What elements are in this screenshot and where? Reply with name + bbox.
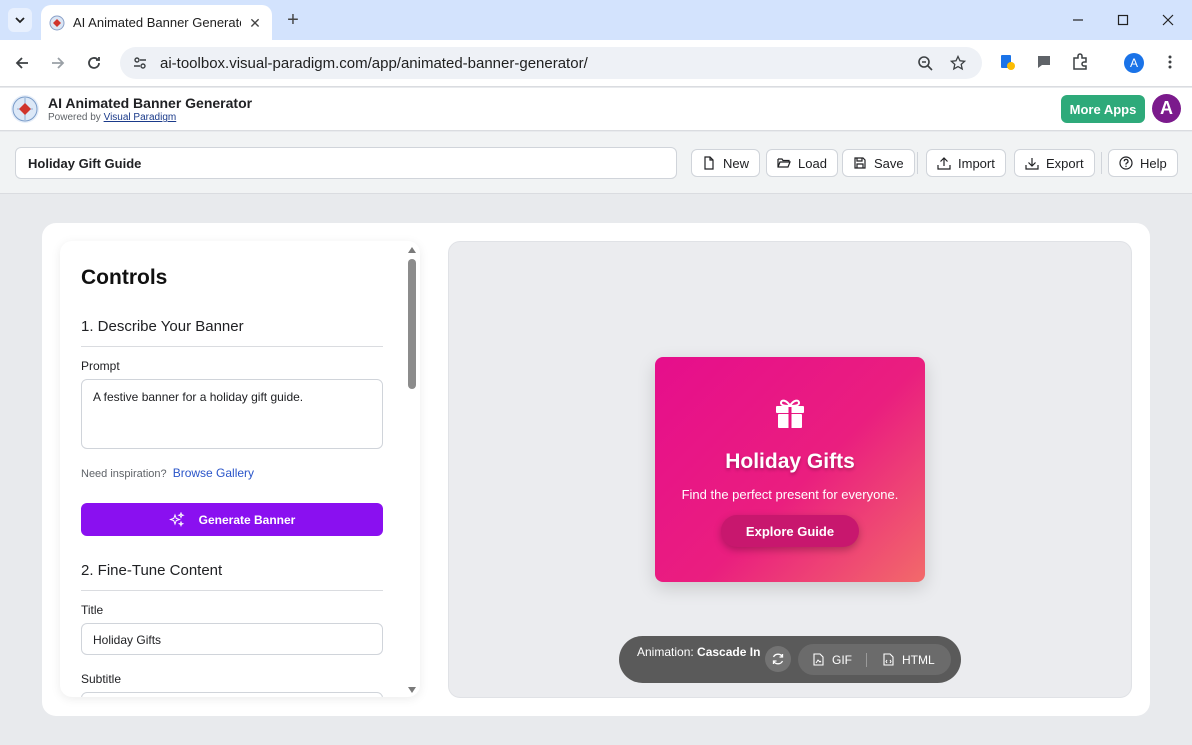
extension-chat-icon[interactable] <box>1034 52 1054 72</box>
scroll-up-arrow-icon[interactable] <box>407 245 417 255</box>
subtitle-label: Subtitle <box>81 672 122 686</box>
user-avatar[interactable]: A <box>1152 94 1181 123</box>
import-label: Import <box>958 155 995 171</box>
minimize-icon[interactable] <box>1068 10 1088 30</box>
controls-heading: Controls <box>81 266 168 289</box>
section-finetune-heading: 2. Fine-Tune Content <box>81 562 223 579</box>
app-logo-icon <box>11 95 39 123</box>
export-divider <box>866 653 867 667</box>
prompt-label: Prompt <box>81 359 120 373</box>
load-button[interactable]: Load <box>766 149 838 177</box>
browser-tab[interactable]: AI Animated Banner Generator ✕ <box>41 5 272 40</box>
inspiration-text: Need inspiration? <box>81 468 167 480</box>
project-title-input[interactable] <box>15 147 677 179</box>
help-button[interactable]: Help <box>1108 149 1178 177</box>
browse-gallery-link[interactable]: Browse Gallery <box>173 466 254 480</box>
close-tab-icon[interactable]: ✕ <box>246 14 264 32</box>
browser-menu-icon[interactable] <box>1160 52 1180 72</box>
scroll-down-arrow-icon[interactable] <box>407 685 417 695</box>
powered-by: Powered by Visual Paradigm <box>48 112 176 123</box>
banner-title: Holiday Gifts <box>725 450 855 473</box>
site-settings-icon[interactable] <box>132 55 148 71</box>
browser-profile-avatar[interactable]: A <box>1124 53 1144 73</box>
save-label: Save <box>874 155 904 171</box>
floppy-disk-icon <box>854 157 866 169</box>
extensions-puzzle-icon[interactable] <box>1070 52 1090 72</box>
more-apps-button[interactable]: More Apps <box>1061 95 1145 123</box>
inspiration-row: Need inspiration? Browse Gallery <box>81 466 254 480</box>
section-describe-heading: 1. Describe Your Banner <box>81 318 244 335</box>
prompt-textarea[interactable]: A festive banner for a holiday gift guid… <box>81 379 383 449</box>
export-button[interactable]: Export <box>1014 149 1095 177</box>
forward-icon[interactable] <box>47 52 69 74</box>
zoom-icon[interactable] <box>916 54 934 72</box>
banner-subtitle: Find the perfect present for everyone. <box>681 487 899 502</box>
back-icon[interactable] <box>11 52 33 74</box>
tab-title: AI Animated Banner Generator <box>73 15 241 30</box>
toolbar: New Load Save Import Export Help <box>0 132 1192 194</box>
animation-export-group: GIF HTML <box>798 644 951 675</box>
help-circle-icon <box>1119 156 1133 170</box>
sparkles-icon <box>168 511 185 527</box>
app-title: AI Animated Banner Generator <box>48 95 253 111</box>
folder-open-icon <box>777 158 791 168</box>
url-text: ai-toolbox.visual-paradigm.com/app/anima… <box>160 54 588 72</box>
html-label: HTML <box>902 652 935 667</box>
divider <box>81 590 383 591</box>
close-window-icon[interactable] <box>1158 10 1178 30</box>
tab-search-button[interactable] <box>8 8 32 32</box>
subtitle-input[interactable] <box>81 692 383 697</box>
animation-prefix: Animation: <box>637 645 694 659</box>
file-icon <box>704 156 714 170</box>
controls-scrollbar-thumb[interactable] <box>408 259 416 389</box>
powered-by-text: Powered by <box>48 112 101 123</box>
divider <box>81 346 383 347</box>
animation-name: Cascade In <box>697 645 761 659</box>
app-header: AI Animated Banner Generator Powered by … <box>0 88 1192 131</box>
load-label: Load <box>798 155 827 171</box>
reload-icon[interactable] <box>83 52 105 74</box>
generate-banner-button[interactable]: Generate Banner <box>81 503 383 536</box>
export-html-button[interactable]: HTML <box>882 644 935 675</box>
file-code-icon <box>883 653 894 666</box>
replay-animation-button[interactable] <box>765 646 791 672</box>
new-label: New <box>723 155 750 171</box>
title-input[interactable]: Holiday Gifts <box>81 623 383 655</box>
save-button[interactable]: Save <box>842 149 915 177</box>
upload-icon <box>937 157 951 170</box>
export-gif-button[interactable]: GIF <box>812 644 852 675</box>
animation-label: Animation: Cascade In <box>637 644 765 661</box>
export-label: Export <box>1046 155 1084 171</box>
visual-paradigm-link[interactable]: Visual Paradigm <box>104 112 177 123</box>
maximize-icon[interactable] <box>1113 10 1133 30</box>
new-button[interactable]: New <box>691 149 761 177</box>
download-icon <box>1025 158 1039 170</box>
bookmark-star-icon[interactable] <box>949 54 967 72</box>
browser-tab-bar: AI Animated Banner Generator ✕ + <box>0 0 1192 40</box>
gif-label: GIF <box>832 652 852 667</box>
favicon-icon <box>49 15 65 30</box>
animation-bar: Animation: Cascade In GIF HTML <box>619 636 961 683</box>
controls-panel[interactable]: Controls 1. Describe Your Banner Prompt … <box>60 241 420 697</box>
generate-banner-label: Generate Banner <box>198 512 296 527</box>
help-label: Help <box>1140 155 1167 171</box>
file-image-icon <box>813 653 824 666</box>
refresh-icon <box>772 653 784 665</box>
chevron-down-icon <box>15 17 25 24</box>
banner-preview: Holiday Gifts Find the perfect present f… <box>655 357 925 582</box>
new-tab-icon[interactable]: + <box>282 9 304 31</box>
title-label: Title <box>81 603 104 617</box>
omnibox[interactable]: ai-toolbox.visual-paradigm.com/app/anima… <box>120 47 982 79</box>
toolbar-divider <box>1101 152 1102 174</box>
import-button[interactable]: Import <box>926 149 1006 177</box>
extension-translate-icon[interactable] <box>997 52 1017 72</box>
gift-icon <box>776 399 804 428</box>
banner-cta-button[interactable]: Explore Guide <box>721 515 859 547</box>
toolbar-divider <box>917 152 918 174</box>
